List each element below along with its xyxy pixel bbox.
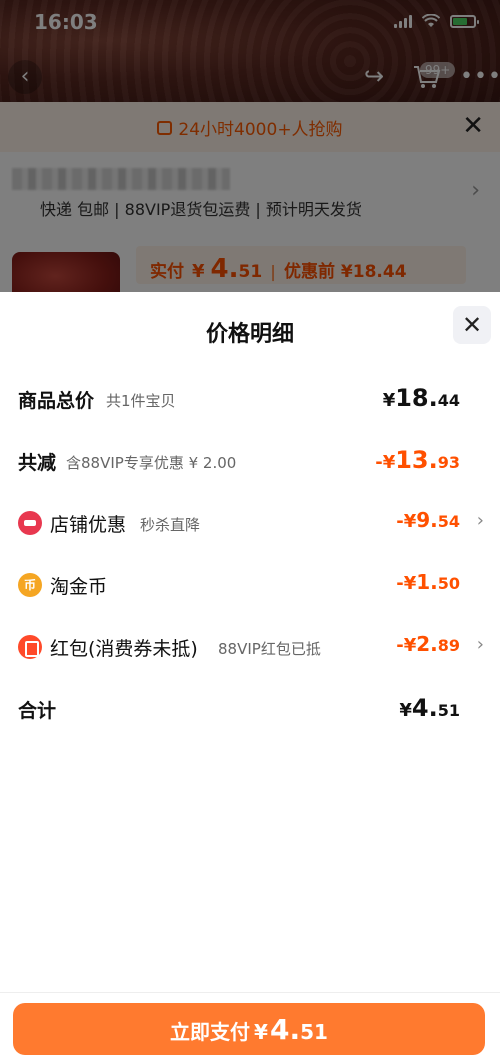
pay-now-button[interactable]: 立即支付 ¥ 4. 51	[13, 1003, 485, 1055]
pay-amount-dec: 51	[300, 1020, 328, 1044]
price-detail-sheet: 价格明细 ✕ 商品总价 共1件宝贝 ¥18.44 共减 含88VIP专享优惠 ¥…	[0, 292, 500, 1063]
reduce-value: -¥13.93	[375, 446, 460, 474]
close-icon: ✕	[461, 311, 483, 339]
modal-overlay[interactable]	[0, 0, 500, 292]
coin-icon: 币	[18, 573, 42, 597]
chevron-right-icon: ›	[476, 634, 484, 655]
total-label: 商品总价	[18, 390, 95, 412]
sum-value: ¥4.51	[399, 694, 460, 722]
red-packet-icon	[18, 635, 42, 659]
coin-label: 淘金币	[50, 576, 108, 598]
shop-sub: 秒杀直降	[140, 516, 201, 534]
sum-label: 合计	[18, 700, 57, 722]
pay-label: 立即支付	[170, 1020, 251, 1044]
reduce-label: 共减	[18, 452, 57, 474]
pay-amount-int: 4.	[269, 1013, 301, 1046]
total-sub: 共1件宝贝	[106, 392, 176, 410]
row-total: 商品总价 共1件宝贝 ¥18.44	[0, 378, 500, 418]
pay-currency: ¥	[254, 1020, 268, 1044]
shop-label: 店铺优惠	[50, 514, 127, 536]
total-value: ¥18.44	[382, 384, 460, 412]
bottom-bar: 立即支付 ¥ 4. 51	[0, 992, 500, 1063]
row-red-packet[interactable]: 红包(消费券未抵) 88VIP红包已抵 -¥2.89 ›	[0, 626, 500, 666]
shop-value: -¥9.54	[396, 508, 460, 532]
row-shop-discount[interactable]: 店铺优惠 秒杀直降 -¥9.54 ›	[0, 502, 500, 542]
coin-value: -¥1.50	[396, 570, 460, 594]
row-reduce: 共减 含88VIP专享优惠 ¥ 2.00 -¥13.93	[0, 440, 500, 480]
reduce-sub: 含88VIP专享优惠 ¥ 2.00	[66, 454, 237, 472]
row-taojinbi: 币 淘金币 -¥1.50	[0, 564, 500, 604]
row-sum: 合计 ¥4.51	[0, 688, 500, 728]
sheet-title: 价格明细	[205, 322, 294, 347]
packet-sub: 88VIP红包已抵	[218, 640, 321, 658]
packet-label: 红包(消费券未抵)	[50, 638, 198, 660]
shop-icon	[18, 511, 42, 535]
chevron-right-icon: ›	[476, 510, 484, 531]
packet-value: -¥2.89	[396, 632, 460, 656]
sheet-close-button[interactable]: ✕	[453, 306, 491, 344]
